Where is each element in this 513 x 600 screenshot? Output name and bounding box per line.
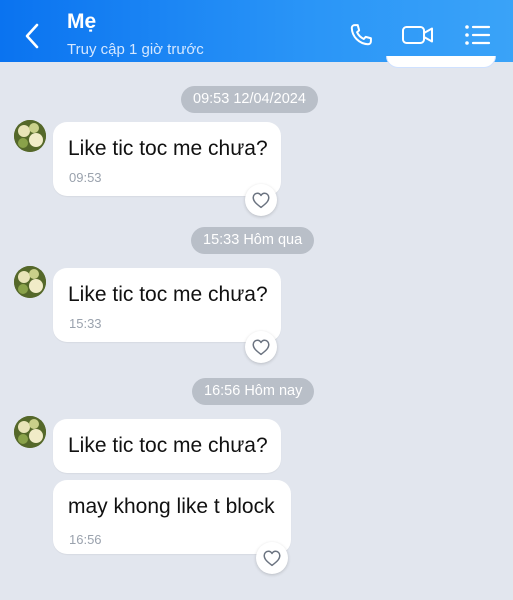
- menu-icon[interactable]: [460, 20, 494, 50]
- avatar[interactable]: [14, 266, 46, 298]
- message-time: 16:56: [69, 532, 102, 547]
- date-separator: 16:56 Hôm nay: [192, 378, 315, 405]
- message-text: may khong like t block: [68, 495, 275, 518]
- message-time: 15:33: [69, 316, 102, 331]
- last-seen-status: Truy cập 1 giờ trước: [67, 41, 204, 58]
- chat-header: Mẹ Truy cập 1 giờ trước: [0, 0, 513, 62]
- message-time: 09:53: [69, 170, 102, 185]
- date-separator: 09:53 12/04/2024: [181, 86, 318, 113]
- heart-icon[interactable]: [245, 184, 277, 216]
- previous-message-bubble: [386, 56, 496, 68]
- phone-icon[interactable]: [344, 20, 378, 50]
- avatar[interactable]: [14, 416, 46, 448]
- video-call-icon[interactable]: [401, 20, 435, 50]
- message-bubble[interactable]: may khong like t block 16:56: [53, 480, 291, 554]
- message-text: Like tic toc me chưa?: [68, 434, 268, 457]
- back-icon[interactable]: [22, 22, 42, 50]
- message-bubble[interactable]: Like tic toc me chưa?: [53, 419, 281, 473]
- message-bubble[interactable]: Like tic toc me chưa? 15:33: [53, 268, 281, 342]
- message-text: Like tic toc me chưa?: [68, 283, 268, 306]
- heart-icon[interactable]: [256, 542, 288, 574]
- message-bubble[interactable]: Like tic toc me chưa? 09:53: [53, 122, 281, 196]
- message-text: Like tic toc me chưa?: [68, 137, 268, 160]
- date-separator: 15:33 Hôm qua: [191, 227, 315, 254]
- contact-name[interactable]: Mẹ: [67, 10, 96, 34]
- avatar[interactable]: [14, 120, 46, 152]
- heart-icon[interactable]: [245, 331, 277, 363]
